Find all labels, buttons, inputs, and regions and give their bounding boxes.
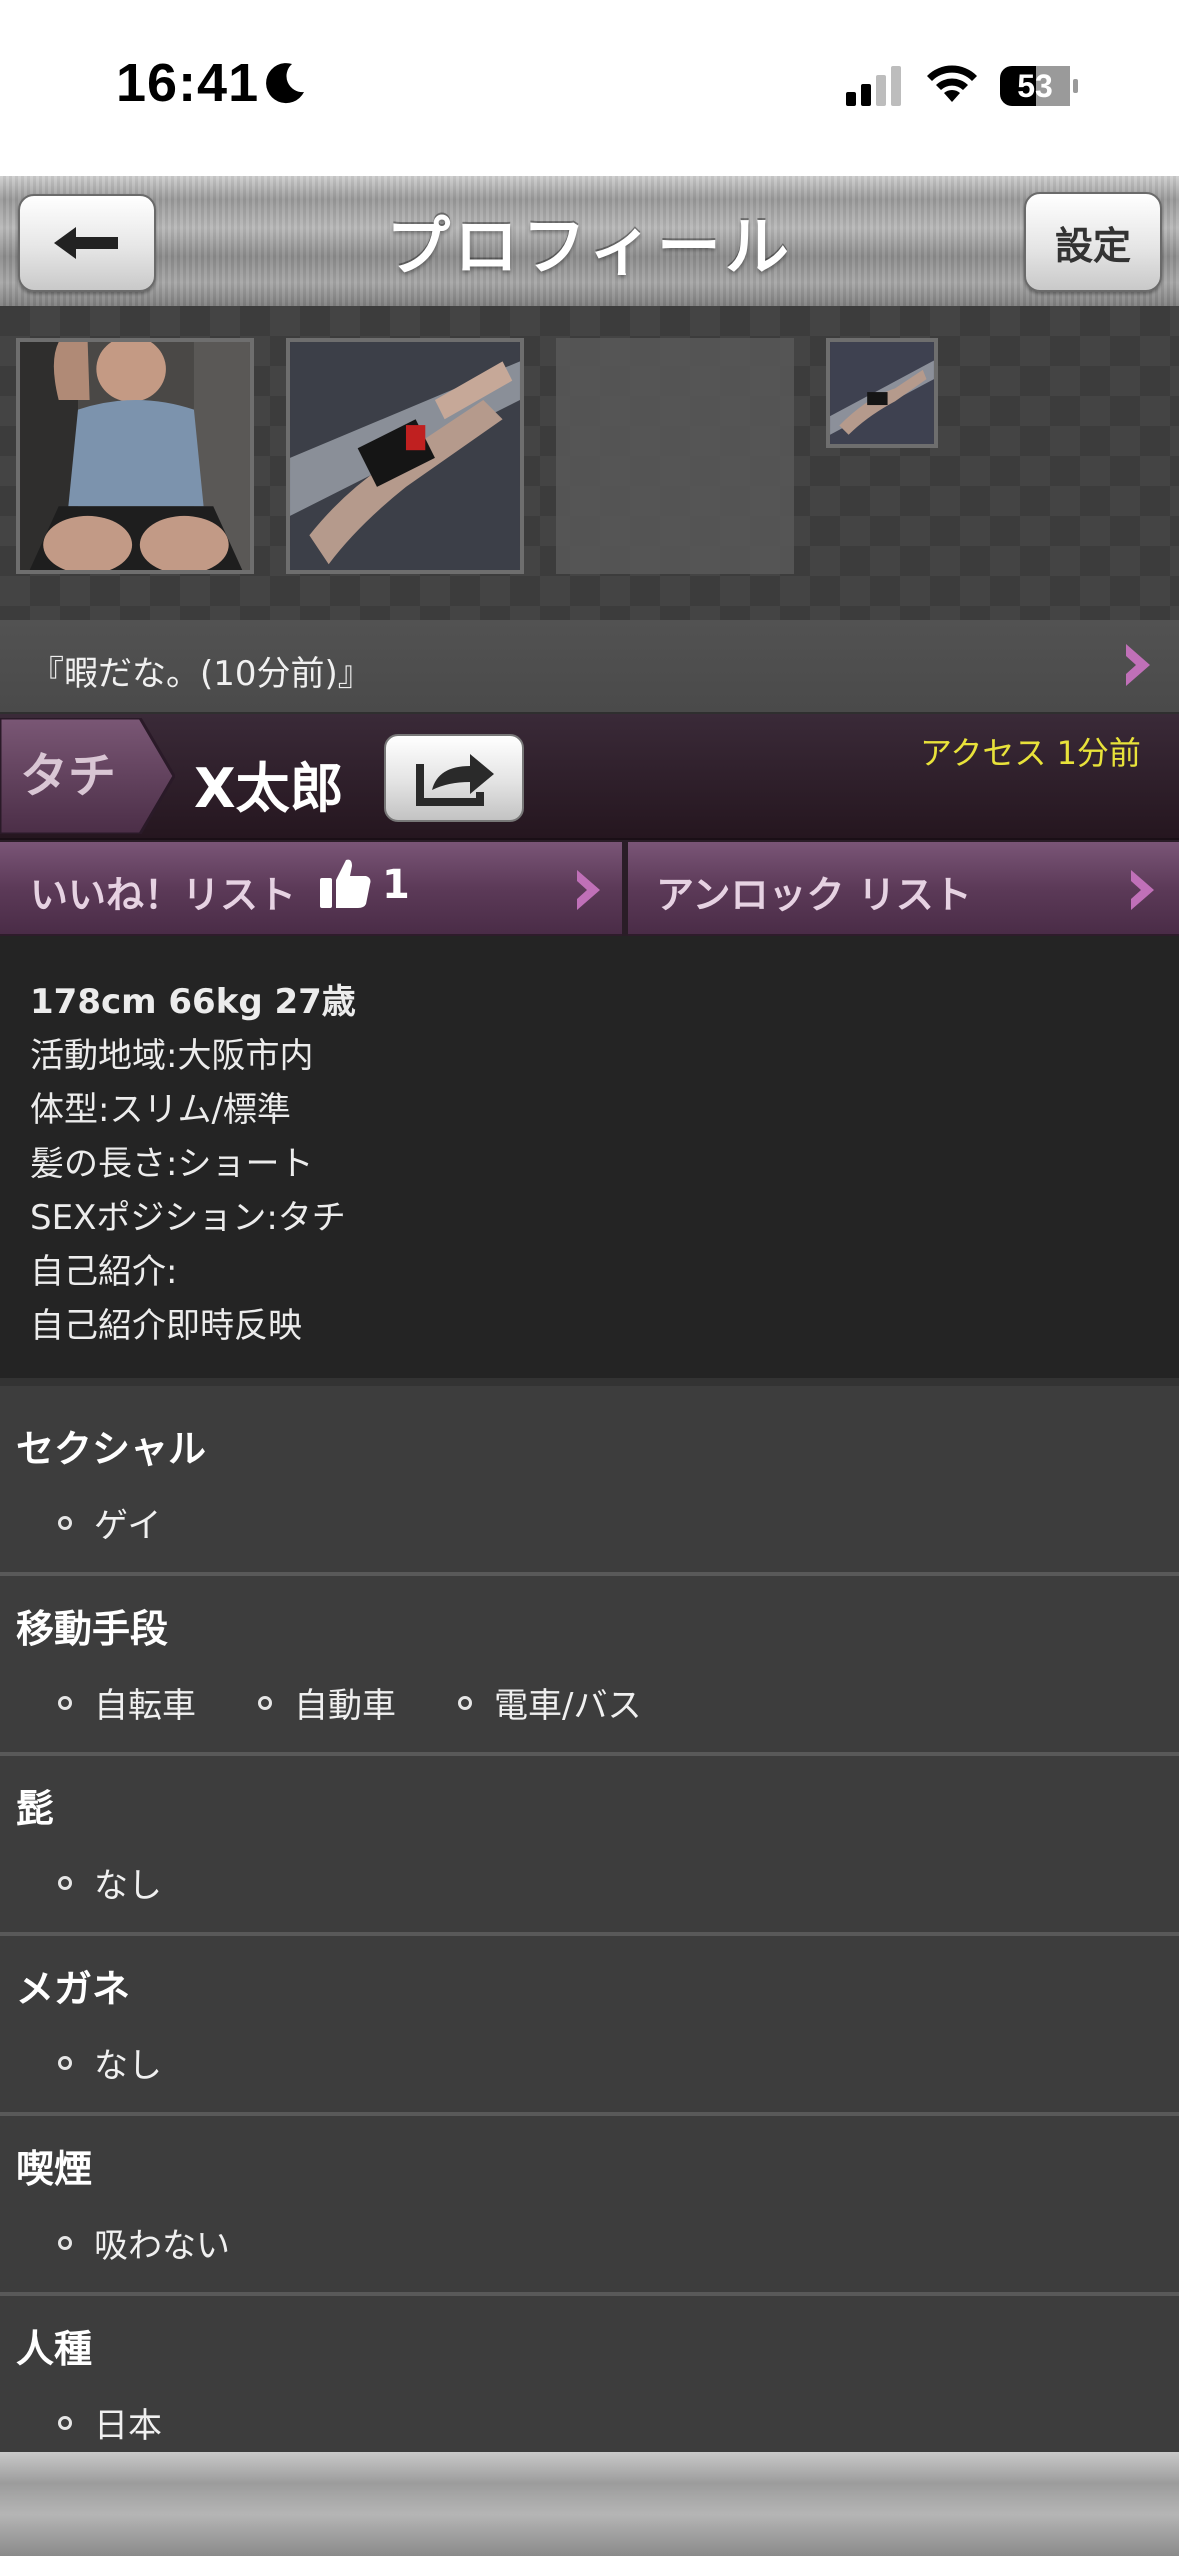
cellular-signal-icon xyxy=(846,66,901,106)
section-item: 日本 xyxy=(94,2406,162,2446)
profile-photo-placeholder[interactable] xyxy=(556,338,794,574)
profile-photo-thumbnail[interactable] xyxy=(826,338,938,448)
section-item: なし xyxy=(94,2046,162,2086)
profile-position: SEXポジション:タチ xyxy=(30,1198,346,1238)
section-divider xyxy=(0,2292,1179,2296)
share-icon xyxy=(416,754,494,806)
section-title-smoking: 喫煙 xyxy=(16,2147,93,2191)
profile-hair: 髪の長さ:ショート xyxy=(30,1144,314,1184)
chevron-right-icon xyxy=(1126,644,1150,686)
section-item: 電車/バス xyxy=(494,1686,642,1726)
bullet-icon xyxy=(58,1516,72,1530)
likes-count: 1 xyxy=(382,862,410,908)
page-title: プロフィール xyxy=(386,211,793,285)
section-divider xyxy=(0,2112,1179,2116)
section-title-ethnicity: 人種 xyxy=(16,2327,93,2371)
profile-photo-2[interactable] xyxy=(286,338,524,574)
photo-image xyxy=(830,342,934,444)
photo-image xyxy=(20,342,250,570)
bullet-icon xyxy=(58,1696,72,1710)
profile-photo-1[interactable] xyxy=(16,338,254,574)
section-divider xyxy=(0,1378,1179,1386)
section-divider xyxy=(0,1752,1179,1756)
battery-level: 53 xyxy=(1017,68,1053,104)
section-title-sexual: セクシャル xyxy=(16,1427,207,1471)
last-access: アクセス 1分前 xyxy=(920,734,1141,772)
profile-stats: 178cm 66kg 27歳 xyxy=(30,982,356,1022)
settings-button[interactable]: 設定 xyxy=(1024,192,1162,292)
wifi-icon xyxy=(927,65,977,102)
profile-body-type: 体型:スリム/標準 xyxy=(30,1090,291,1130)
unlock-list-label: アンロック リスト xyxy=(656,873,972,917)
status-message: 『暇だな。(10分前)』 xyxy=(30,654,372,694)
section-item: 吸わない xyxy=(94,2226,230,2266)
bullet-icon xyxy=(258,1696,272,1710)
status-time: 16:41 xyxy=(116,53,260,113)
bullet-icon xyxy=(58,1876,72,1890)
position-tag: タチ xyxy=(20,748,117,804)
moon-icon xyxy=(266,63,304,104)
share-button[interactable] xyxy=(384,734,524,822)
photo-image xyxy=(290,342,520,570)
bullet-icon xyxy=(58,2416,72,2430)
section-item: 自動車 xyxy=(294,1686,396,1726)
chevron-right-icon xyxy=(577,870,600,910)
username: X太郎 xyxy=(194,757,344,820)
section-title-beard: 髭 xyxy=(16,1787,55,1831)
profile-intro: 自己紹介即時反映 xyxy=(30,1306,302,1346)
section-divider xyxy=(0,1932,1179,1936)
section-item: ゲイ xyxy=(94,1506,162,1546)
profile-intro-label: 自己紹介: xyxy=(30,1252,178,1292)
section-title-glasses: メガネ xyxy=(16,1967,131,2011)
profile-area: 活動地域:大阪市内 xyxy=(30,1036,314,1076)
section-title-transport: 移動手段 xyxy=(16,1607,169,1651)
battery-icon: 53 xyxy=(998,64,1080,108)
likes-list-label: いいね！リスト xyxy=(30,873,297,917)
chevron-right-icon xyxy=(1131,870,1154,910)
bullet-icon xyxy=(58,2056,72,2070)
section-divider xyxy=(0,1572,1179,1576)
bottom-toolbar xyxy=(0,2452,1179,2556)
section-item: なし xyxy=(94,1866,162,1906)
section-item: 自転車 xyxy=(94,1686,196,1726)
bullet-icon xyxy=(458,1696,472,1710)
bullet-icon xyxy=(58,2236,72,2250)
thumbs-up-icon xyxy=(320,859,371,908)
